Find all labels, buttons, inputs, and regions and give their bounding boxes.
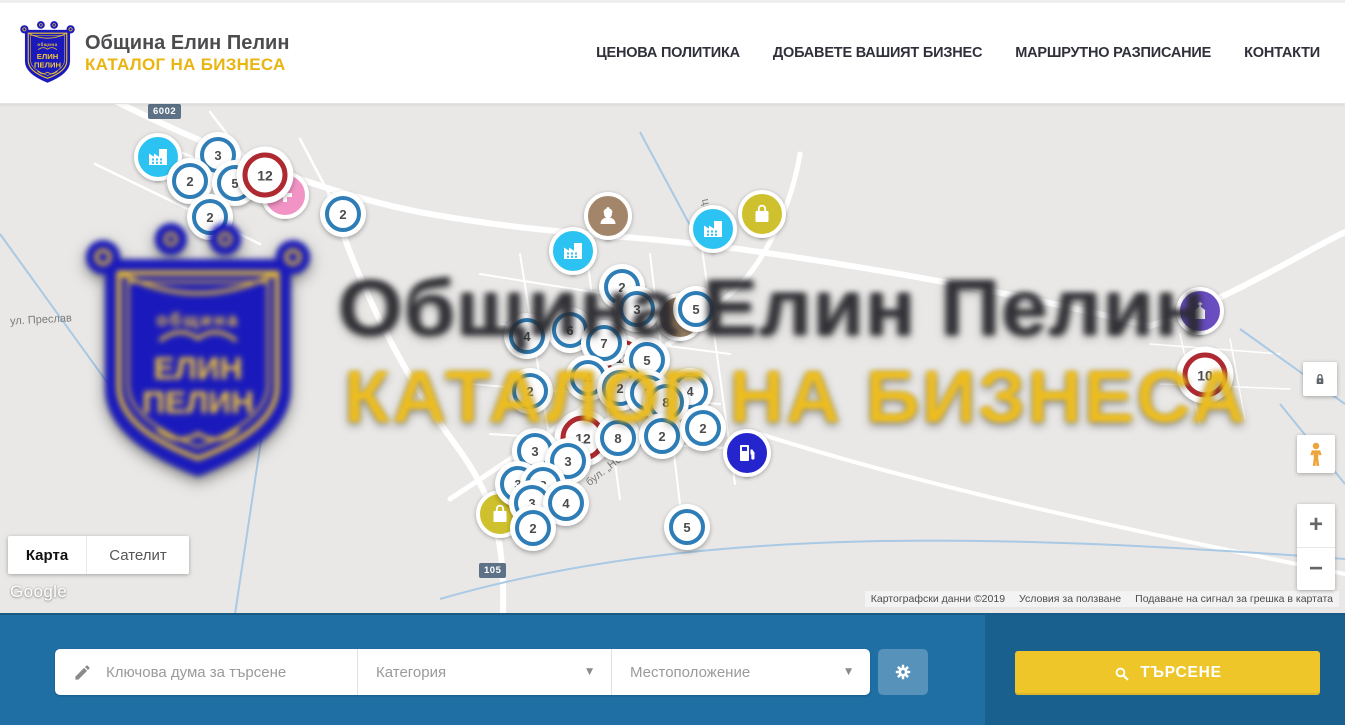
zoom-out-button[interactable]: − [1297,548,1335,591]
search-button[interactable]: ТЪРСЕНЕ [1015,651,1320,695]
lock-button[interactable] [1303,362,1337,396]
category-select-label: Категория [376,664,446,681]
zoom-control: + − [1297,504,1335,590]
road-shield: 6002 [148,104,181,119]
cluster-marker[interactable]: 2 [639,413,685,459]
factory-icon [146,145,170,169]
advanced-search-button[interactable] [878,649,928,695]
svg-text:ЕЛИН: ЕЛИН [37,52,59,61]
business-pin-church[interactable] [1176,287,1224,335]
cluster-marker[interactable]: 3 [614,286,660,332]
business-pin-fuel[interactable] [723,429,771,477]
attribution-terms-link[interactable]: Условия за ползване [1019,593,1121,605]
map-type-map-button[interactable]: Карта [8,536,86,574]
location-select[interactable]: Местоположение ▼ [612,649,870,695]
municipality-logo-icon: община ЕЛИН ПЕЛИН [20,20,75,86]
map-type-satellite-button[interactable]: Сателит [86,536,189,574]
header: община ЕЛИН ПЕЛИН Община Елин Пелин КАТА… [0,0,1345,104]
pencil-icon [73,663,92,682]
search-bar-right-panel: ТЪРСЕНЕ [985,615,1345,725]
cluster-marker[interactable]: 5 [664,504,710,550]
cluster-marker[interactable]: 4 [504,313,550,359]
factory-icon [561,239,585,263]
site-subtitle: КАТАЛОГ НА БИЗНЕСА [85,55,289,75]
business-pin-bag[interactable] [738,190,786,238]
worker-icon [596,204,620,228]
keyword-search-input[interactable] [106,664,346,681]
cluster-marker[interactable]: 8 [595,415,641,461]
map-attribution: Картографски данни ©2019 Условия за полз… [865,591,1339,607]
location-select-label: Местоположение [630,664,750,681]
business-pin-factory[interactable] [549,227,597,275]
keyword-field [55,649,358,695]
pegman-button[interactable] [1297,435,1335,473]
zoom-in-button[interactable]: + [1297,504,1335,548]
cluster-marker[interactable]: 2 [507,368,553,414]
attribution-report-link[interactable]: Подаване на сигнал за грешка в картата [1135,593,1333,605]
category-select[interactable]: Категория ▼ [358,649,612,695]
svg-text:ПЕЛИН: ПЕЛИН [34,60,62,69]
nav-item-2[interactable]: МАРШРУТНО РАЗПИСАНИЕ [1015,45,1211,61]
google-logo[interactable]: Google [10,582,67,602]
cluster-marker[interactable]: 12 [237,147,294,204]
nav-item-3[interactable]: КОНТАКТИ [1244,45,1320,61]
site-title: Община Елин Пелин [85,32,289,55]
road-shield: 105 [479,563,506,578]
search-group: Категория ▼ Местоположение ▼ [55,649,870,695]
cluster-marker[interactable]: 2 [680,405,726,451]
gear-icon [892,661,914,683]
main-nav: ЦЕНОВА ПОЛИТИКА ДОБАВЕТЕ ВАШИЯТ БИЗНЕС МАР… [596,45,1320,61]
nav-item-0[interactable]: ЦЕНОВА ПОЛИТИКА [596,45,740,61]
cluster-marker[interactable]: 2 [510,505,556,551]
chevron-down-icon: ▼ [586,667,593,677]
fuel-icon [735,441,759,465]
search-button-label: ТЪРСЕНЕ [1140,664,1222,682]
nav-item-1[interactable]: ДОБАВЕТЕ ВАШИЯТ БИЗНЕС [773,45,982,61]
factory-icon [701,217,725,241]
brand-home-link[interactable]: община ЕЛИН ПЕЛИН Община Елин Пелин КАТА… [20,20,289,86]
church-icon [1188,299,1212,323]
attribution-data: Картографски данни ©2019 [871,593,1005,605]
cluster-marker[interactable]: 5 [673,286,719,332]
search-icon [1113,665,1130,682]
pegman-icon [1303,441,1329,467]
chevron-down-icon: ▼ [845,667,852,677]
bag-icon [750,202,774,226]
svg-text:община: община [37,42,57,47]
page: община ЕЛИН ПЕЛИН Община Елин Пелин КАТА… [0,0,1345,725]
search-bar: Категория ▼ Местоположение ▼ [0,613,1345,725]
cluster-marker[interactable]: 10 [1177,347,1234,404]
map-canvas[interactable]: 6002105 ул. Преславбул. „Новоселци [0,104,1345,613]
cluster-marker[interactable]: 2 [320,191,366,237]
lock-icon [1312,371,1328,387]
business-pin-factory[interactable] [689,205,737,253]
cluster-marker[interactable]: 2 [187,194,233,240]
map-type-control: Карта Сателит [8,536,189,574]
